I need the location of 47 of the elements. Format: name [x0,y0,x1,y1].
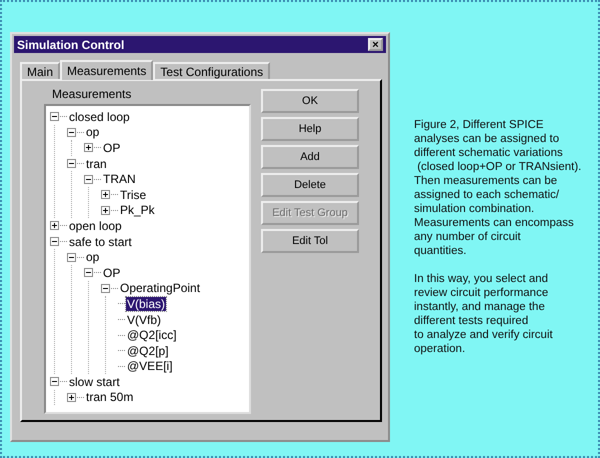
collapse-icon[interactable] [84,174,93,184]
collapse-icon[interactable] [50,377,59,386]
tree-item[interactable]: @Q2[icc] [126,328,178,342]
tree-label: Measurements [51,87,132,101]
collapse-icon[interactable] [67,128,76,137]
collapse-icon[interactable] [50,237,59,246]
close-button[interactable]: × [368,38,383,51]
tab[interactable]: Test Configurations [153,62,270,79]
tree-item[interactable]: V(Vfb) [126,312,162,327]
tree-item[interactable]: open loop [68,218,123,233]
tree-item[interactable]: TRAN [102,172,137,186]
tree-item[interactable]: Pk_Pk [119,203,156,218]
tree-item[interactable]: OP [102,266,122,280]
tree-item[interactable]: op [85,250,100,264]
tree-item[interactable]: slow start [68,374,121,389]
collapse-icon[interactable] [67,159,76,168]
dialog-button[interactable]: Help [261,117,359,141]
tree-item[interactable]: op [85,125,100,140]
expand-icon[interactable] [101,206,110,215]
tree-view[interactable]: closed loop op OP tran TRAN Trise Pk_Pk open loop safe to start op OP OperatingPoint V(bias) V(Vfb) @Q2[icc] @Q2[p] @VEE[i] slow start tran 50m [44,104,251,414]
tree-item[interactable]: @VEE[i] [126,359,174,374]
tab[interactable]: Main [20,62,60,79]
tree-item[interactable]: tran 50m [85,390,134,404]
dialog-button[interactable]: Edit Tol [261,229,359,253]
tree-item[interactable]: safe to start [68,234,133,249]
expand-icon[interactable] [67,392,76,402]
collapse-icon[interactable] [67,252,76,262]
caption-paragraph: In this way, you select and review circuit performance instantly, and manage the different tests required to analyze and verify circuit operation. [414,272,554,356]
window-title: Simulation Control [17,38,124,52]
expand-icon[interactable] [50,221,59,230]
tree-item[interactable]: Trise [119,188,148,202]
caption-paragraph: Figure 2, Different SPICE analyses can be assigned to different schematic variations (closed loop+OP or TRANsient). Then measurements can be assigned to each schematic/ simulation combination. Measurements can encompass any number of circuit quantities. [414,118,582,258]
dialog-button[interactable]: Delete [261,173,359,197]
tree-item[interactable]: tran [85,156,108,171]
tree-item[interactable]: @Q2[p] [126,344,170,358]
tree-item[interactable]: OperatingPoint [119,281,202,296]
expand-icon[interactable] [84,143,93,152]
collapse-icon[interactable] [84,268,93,278]
collapse-icon[interactable] [50,112,59,122]
expand-icon[interactable] [101,190,110,200]
collapse-icon[interactable] [101,284,110,293]
tree-item[interactable]: closed loop [68,110,131,124]
tab[interactable]: Measurements [60,60,154,80]
tree-item[interactable]: OP [102,140,122,155]
dialog-button[interactable]: OK [261,89,359,113]
tree-item[interactable]: V(bias) [126,296,166,311]
dialog-button[interactable]: Add [261,145,359,169]
